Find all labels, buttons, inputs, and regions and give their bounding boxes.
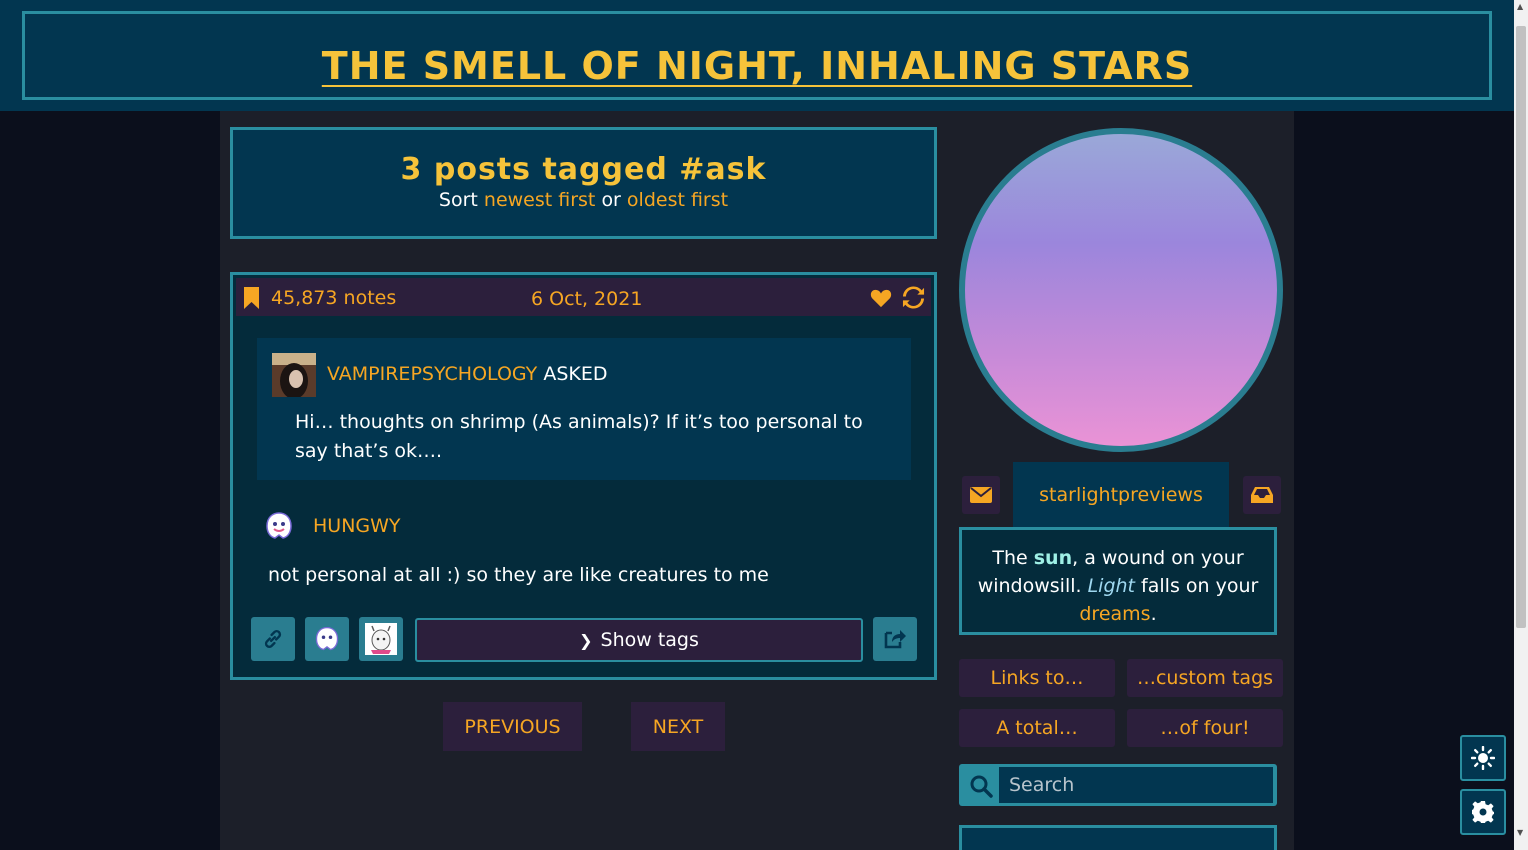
reblog-icon[interactable] (902, 286, 925, 309)
gear-icon (1472, 801, 1494, 823)
heart-icon[interactable] (870, 288, 892, 308)
answer-text: not personal at all :) so they are like … (268, 564, 769, 586)
answerer-name-link[interactable]: HUNGWY (313, 515, 401, 537)
tag-header-box: 3 posts tagged #ask Sort newest first or… (230, 127, 937, 239)
asked-label: ASKED (543, 363, 608, 385)
permalink-button[interactable] (251, 617, 295, 661)
page-scrollbar[interactable]: ▲ ▼ (1514, 0, 1528, 850)
notes-label: 45,873 notes (271, 287, 397, 309)
search-box (959, 764, 1277, 806)
goat-avatar-icon (365, 623, 397, 655)
share-icon (884, 630, 906, 649)
sidebar-link-1[interactable]: Links to… (959, 659, 1115, 697)
notes-count[interactable]: 45,873 notes (244, 287, 396, 309)
next-page-button[interactable]: NEXT (631, 702, 725, 751)
envelope-icon (970, 487, 992, 503)
site-header: THE SMELL OF NIGHT, INHALING STARS (0, 0, 1514, 111)
scroll-thumb[interactable] (1516, 26, 1526, 628)
description-text: . (1150, 603, 1157, 625)
message-button[interactable] (962, 476, 1000, 514)
description-text: falls on your (1135, 575, 1259, 597)
sidebar-link-3[interactable]: A total… (959, 709, 1115, 747)
settings-button[interactable] (1460, 789, 1506, 835)
sun-icon (1471, 746, 1495, 770)
bookmark-icon (244, 287, 259, 309)
description-sun: sun (1033, 547, 1073, 569)
ask-box: VAMPIREPSYCHOLOGY ASKED Hi… thoughts on … (257, 338, 911, 480)
post-date[interactable]: 6 Oct, 2021 (531, 288, 642, 310)
sort-line: Sort newest first or oldest first (233, 189, 934, 211)
scroll-down-arrow-icon[interactable]: ▼ (1517, 828, 1523, 837)
show-tags-label: Show tags (600, 629, 699, 651)
answerer: HUNGWY (263, 510, 401, 542)
share-button[interactable] (873, 617, 917, 661)
sidebar-link-2[interactable]: …custom tags (1127, 659, 1283, 697)
site-title[interactable]: THE SMELL OF NIGHT, INHALING STARS (25, 44, 1489, 88)
chevron-right-icon: ❯ (579, 630, 593, 650)
scroll-up-arrow-icon[interactable]: ▲ (1517, 2, 1523, 11)
sidebar-next-box (959, 825, 1277, 850)
inbox-icon (1251, 487, 1273, 503)
previous-page-button[interactable]: PREVIOUS (443, 702, 582, 751)
ghost-avatar-icon (315, 626, 339, 651)
blog-username[interactable]: starlightpreviews (1013, 462, 1229, 528)
sort-newest-link[interactable]: newest first (484, 189, 595, 211)
inbox-button[interactable] (1243, 476, 1281, 514)
sort-or: or (601, 189, 621, 211)
ghost-avatar-icon[interactable] (263, 510, 295, 542)
post-header: 45,873 notes 6 Oct, 2021 (236, 278, 931, 316)
header-frame: THE SMELL OF NIGHT, INHALING STARS (22, 11, 1492, 100)
description-light: Light (1087, 575, 1136, 597)
theme-toggle-button[interactable] (1460, 735, 1506, 781)
ask-question: Hi… thoughts on shrimp (As animals)? If … (295, 411, 863, 462)
asker-avatar-image (272, 353, 316, 397)
asker-name-link[interactable]: VAMPIREPSYCHOLOGY (327, 363, 537, 385)
asker-line: VAMPIREPSYCHOLOGY ASKED (327, 363, 607, 385)
avatar-button-ghost[interactable] (305, 617, 349, 661)
description-dreams-link[interactable]: dreams (1079, 603, 1150, 625)
asker-avatar[interactable] (272, 353, 316, 397)
search-input[interactable] (999, 767, 1273, 803)
search-icon[interactable] (965, 770, 997, 802)
sort-prefix: Sort (438, 189, 478, 211)
sidebar-link-4[interactable]: …of four! (1127, 709, 1283, 747)
show-tags-button[interactable]: ❯ Show tags (415, 618, 863, 662)
avatar-button-goat[interactable] (359, 617, 403, 661)
post-card: 45,873 notes 6 Oct, 2021 VAMPIREPSYCHOLO… (230, 272, 937, 680)
blog-avatar[interactable] (959, 128, 1283, 452)
sort-oldest-link[interactable]: oldest first (627, 189, 728, 211)
link-icon (264, 630, 282, 648)
blog-description: The sun, a wound on your windowsill. Lig… (959, 527, 1277, 635)
description-text: The (992, 547, 1034, 569)
tag-heading: 3 posts tagged #ask (400, 152, 767, 187)
